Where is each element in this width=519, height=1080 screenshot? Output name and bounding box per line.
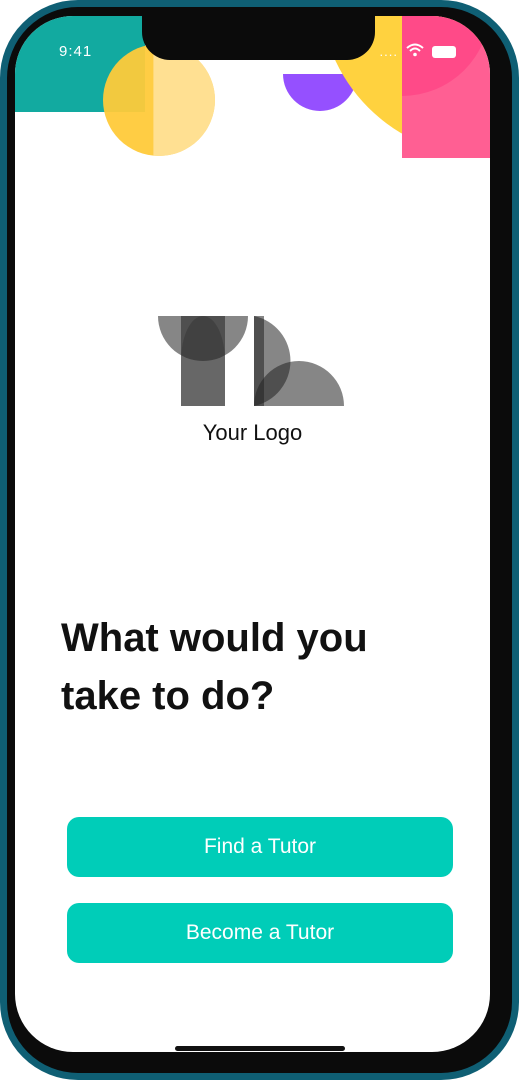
app-screen: 9:41 .... Your Logo What would you take	[15, 16, 490, 1052]
status-time: 9:41	[59, 43, 93, 60]
become-tutor-button[interactable]: Become a Tutor	[67, 903, 453, 963]
headline-line-2: take to do?	[61, 673, 275, 718]
home-indicator[interactable]	[175, 1046, 345, 1051]
device-notch	[142, 16, 375, 60]
logo-block: Your Logo	[15, 316, 490, 446]
logo-mark-icon	[157, 316, 344, 406]
find-tutor-button[interactable]: Find a Tutor	[67, 817, 453, 877]
status-icons: ....	[380, 42, 456, 61]
page-title: What would you take to do?	[61, 610, 461, 725]
wifi-icon	[406, 42, 424, 61]
logo-text: Your Logo	[202, 420, 303, 445]
signal-icon: ....	[379, 44, 398, 59]
battery-icon	[432, 45, 456, 58]
headline-line-1: What would you	[61, 616, 368, 660]
